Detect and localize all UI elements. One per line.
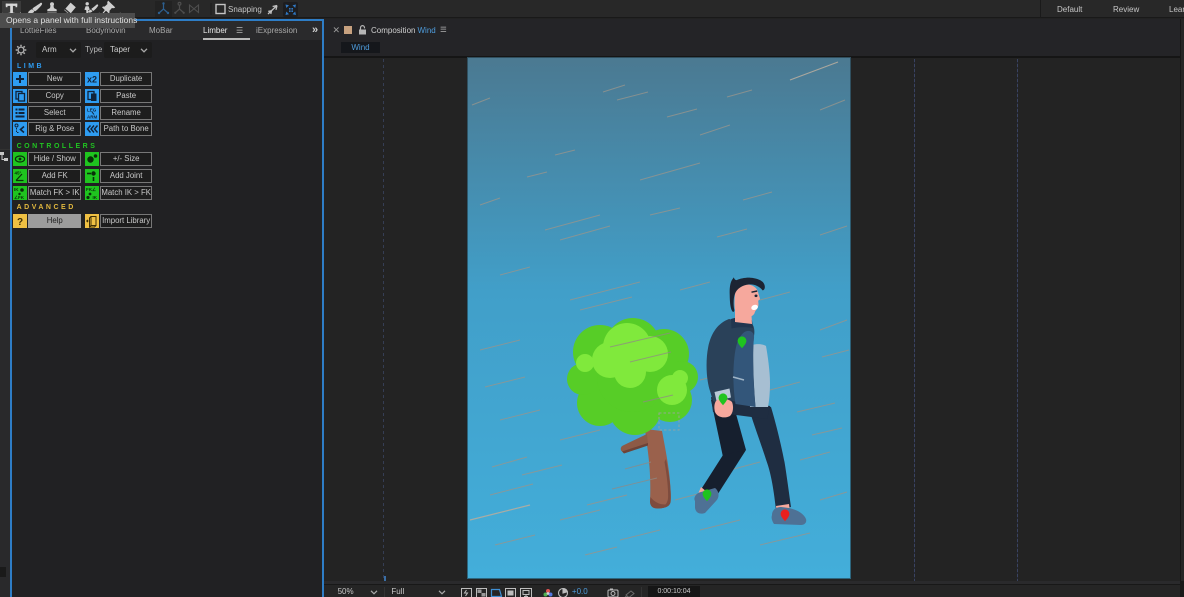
svg-text:?: ? <box>17 217 23 228</box>
svg-text:LEG: LEG <box>87 107 97 112</box>
svg-text:FK∠: FK∠ <box>86 187 97 192</box>
svg-text:IK: IK <box>14 187 19 192</box>
svg-text:ARM: ARM <box>87 114 97 119</box>
svg-text:IK: IK <box>93 195 98 200</box>
svg-text:∠FK: ∠FK <box>14 195 25 200</box>
svg-text:x2: x2 <box>87 75 97 85</box>
svg-text:45°: 45° <box>15 170 22 175</box>
